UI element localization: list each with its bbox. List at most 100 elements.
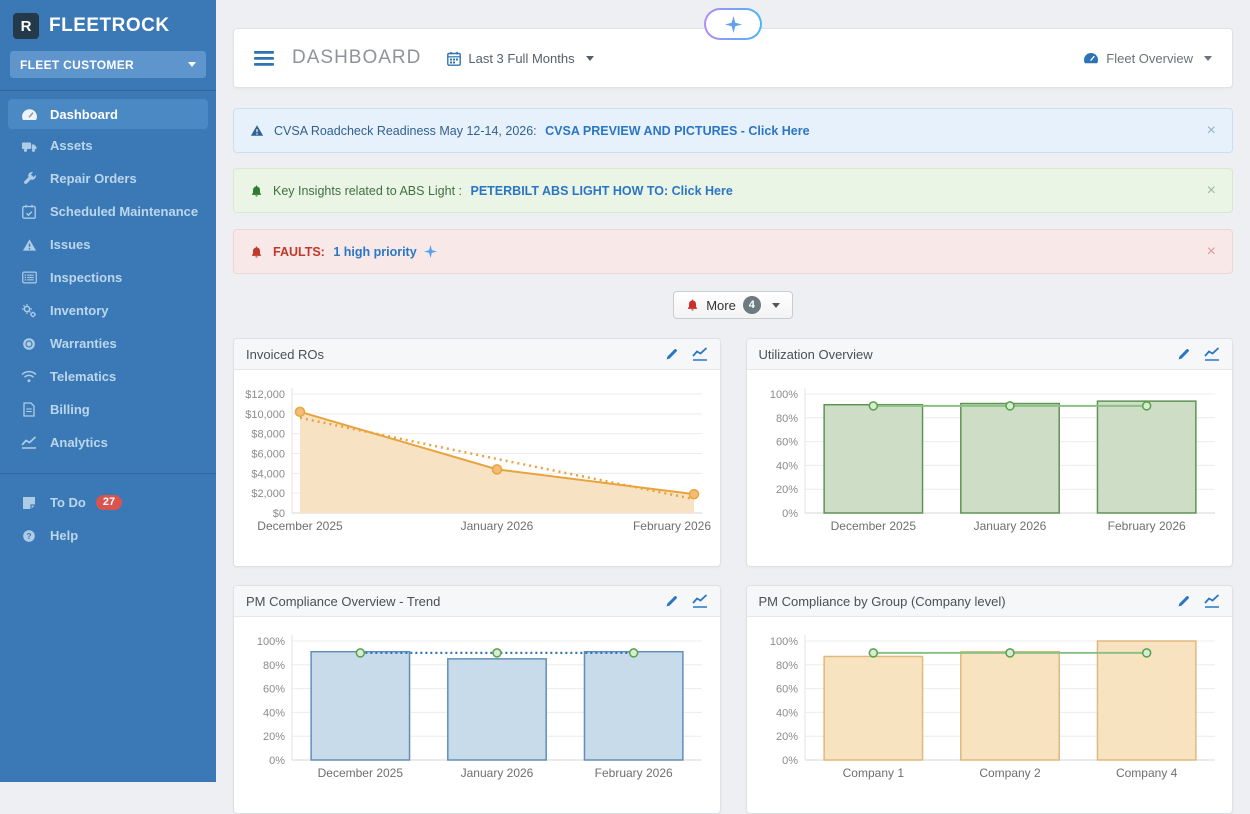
sidebar-item-label: Assets: [50, 138, 93, 153]
close-icon[interactable]: ×: [1207, 244, 1216, 260]
sparkle-icon: [424, 245, 437, 258]
sidebar-item-label: Repair Orders: [50, 171, 137, 186]
sidebar-item-label: Inspections: [50, 270, 122, 285]
svg-text:$10,000: $10,000: [245, 409, 285, 421]
svg-text:$4,000: $4,000: [251, 468, 285, 480]
sidebar-item-label: Scheduled Maintenance: [50, 204, 198, 219]
sidebar-item-repair-orders[interactable]: Repair Orders: [0, 162, 216, 195]
svg-text:January 2026: January 2026: [461, 519, 534, 533]
svg-text:80%: 80%: [263, 660, 285, 672]
sidebar-item-analytics[interactable]: Analytics: [0, 426, 216, 459]
main-content: DASHBOARD Last 3 Full Months Fleet Overv…: [216, 0, 1250, 782]
gauge-icon: [20, 108, 38, 121]
svg-text:0%: 0%: [782, 508, 798, 520]
truck-icon: [20, 139, 38, 153]
sidebar-item-scheduled-maintenance[interactable]: Scheduled Maintenance: [0, 195, 216, 228]
view-selector-dropdown[interactable]: Fleet Overview: [1083, 51, 1212, 66]
svg-text:February 2026: February 2026: [633, 519, 711, 533]
svg-text:Company 4: Company 4: [1115, 766, 1177, 780]
hamburger-menu-icon[interactable]: [254, 51, 274, 66]
edit-widget-icon[interactable]: [1177, 348, 1190, 361]
sidebar-item-label: Billing: [50, 402, 90, 417]
more-label: More: [706, 298, 736, 313]
edit-widget-icon[interactable]: [1177, 595, 1190, 608]
card-title: Invoiced ROs: [246, 347, 324, 362]
edit-widget-icon[interactable]: [665, 595, 678, 608]
close-icon[interactable]: ×: [1207, 123, 1216, 139]
svg-text:60%: 60%: [775, 684, 797, 696]
svg-text:60%: 60%: [263, 684, 285, 696]
svg-text:January 2026: January 2026: [461, 766, 534, 780]
bell-icon: [250, 184, 263, 198]
sidebar-item-label: Inventory: [50, 303, 109, 318]
certificate-icon: [20, 337, 38, 351]
svg-text:40%: 40%: [263, 707, 285, 719]
svg-text:20%: 20%: [775, 484, 797, 496]
alert-link[interactable]: 1 high priority: [333, 245, 416, 259]
warning-triangle-icon: [250, 124, 264, 137]
fleet-customer-dropdown[interactable]: FLEET CUSTOMER: [10, 51, 206, 78]
invoice-icon: [20, 402, 38, 417]
alert-link[interactable]: CVSA PREVIEW AND PICTURES - Click Here: [545, 124, 809, 138]
sidebar-item-issues[interactable]: Issues: [0, 228, 216, 261]
close-icon[interactable]: ×: [1207, 183, 1216, 199]
clipboard-list-icon: [20, 271, 38, 284]
sidebar-item-warranties[interactable]: Warranties: [0, 327, 216, 360]
svg-text:January 2026: January 2026: [973, 519, 1046, 533]
invoiced-ros-chart: $0$2,000$4,000$6,000$8,000$10,000$12,000…: [234, 370, 720, 566]
card-title: PM Compliance by Group (Company level): [759, 594, 1006, 609]
chart-settings-icon[interactable]: [692, 594, 708, 608]
alert-link[interactable]: PETERBILT ABS LIGHT HOW TO: Click Here: [471, 184, 733, 198]
sidebar-item-assets[interactable]: Assets: [0, 129, 216, 162]
alert-faults: FAULTS: 1 high priority ×: [233, 229, 1233, 274]
svg-text:40%: 40%: [775, 460, 797, 472]
pm-compliance-trend-chart: 0%20%40%60%80%100%December 2025January 2…: [234, 617, 720, 813]
wifi-icon: [20, 370, 38, 383]
pm-compliance-by-group-chart: 0%20%40%60%80%100%Company 1Company 2Comp…: [747, 617, 1233, 813]
chart-settings-icon[interactable]: [692, 347, 708, 361]
tasks-icon: [20, 496, 38, 510]
sidebar-item-label: Analytics: [50, 435, 108, 450]
more-alerts-button[interactable]: More 4: [673, 291, 793, 319]
sidebar-item-todo[interactable]: To Do 27: [0, 486, 216, 519]
svg-text:20%: 20%: [263, 731, 285, 743]
date-range-dropdown[interactable]: Last 3 Full Months: [447, 51, 593, 66]
sidebar-item-inventory[interactable]: Inventory: [0, 294, 216, 327]
ai-assistant-button[interactable]: [704, 8, 762, 40]
alert-cvsa: CVSA Roadcheck Readiness May 12-14, 2026…: [233, 108, 1233, 153]
card-title: Utilization Overview: [759, 347, 873, 362]
sidebar-item-label: Warranties: [50, 336, 117, 351]
sidebar-item-label: Telematics: [50, 369, 116, 384]
caret-down-icon: [1204, 56, 1212, 61]
calendar-icon: [447, 51, 461, 66]
chart-settings-icon[interactable]: [1204, 347, 1220, 361]
svg-text:40%: 40%: [775, 707, 797, 719]
chart-line-icon: [20, 436, 38, 449]
sidebar-divider: [0, 473, 216, 474]
svg-text:100%: 100%: [769, 389, 797, 401]
sidebar-item-telematics[interactable]: Telematics: [0, 360, 216, 393]
alert-text: Key Insights related to ABS Light :: [273, 184, 462, 198]
sidebar-item-help[interactable]: ? Help: [0, 519, 216, 552]
svg-text:February 2026: February 2026: [595, 766, 673, 780]
date-range-label: Last 3 Full Months: [468, 51, 574, 66]
edit-widget-icon[interactable]: [665, 348, 678, 361]
svg-text:100%: 100%: [257, 636, 285, 648]
svg-text:$12,000: $12,000: [245, 389, 285, 401]
warning-triangle-icon: [20, 238, 38, 252]
brand-logo-icon: R: [13, 13, 39, 39]
sidebar-item-billing[interactable]: Billing: [0, 393, 216, 426]
wrench-icon: [20, 171, 38, 186]
chart-settings-icon[interactable]: [1204, 594, 1220, 608]
svg-text:100%: 100%: [769, 636, 797, 648]
caret-down-icon: [188, 62, 196, 67]
svg-text:$8,000: $8,000: [251, 429, 285, 441]
sidebar-item-inspections[interactable]: Inspections: [0, 261, 216, 294]
view-selector-label: Fleet Overview: [1106, 51, 1193, 66]
svg-text:February 2026: February 2026: [1107, 519, 1185, 533]
alert-key-insights: Key Insights related to ABS Light : PETE…: [233, 168, 1233, 213]
sidebar-item-dashboard[interactable]: Dashboard: [8, 99, 208, 129]
svg-text:20%: 20%: [775, 731, 797, 743]
question-circle-icon: ?: [20, 529, 38, 543]
card-pm-compliance-by-group: PM Compliance by Group (Company level) 0…: [746, 585, 1234, 814]
